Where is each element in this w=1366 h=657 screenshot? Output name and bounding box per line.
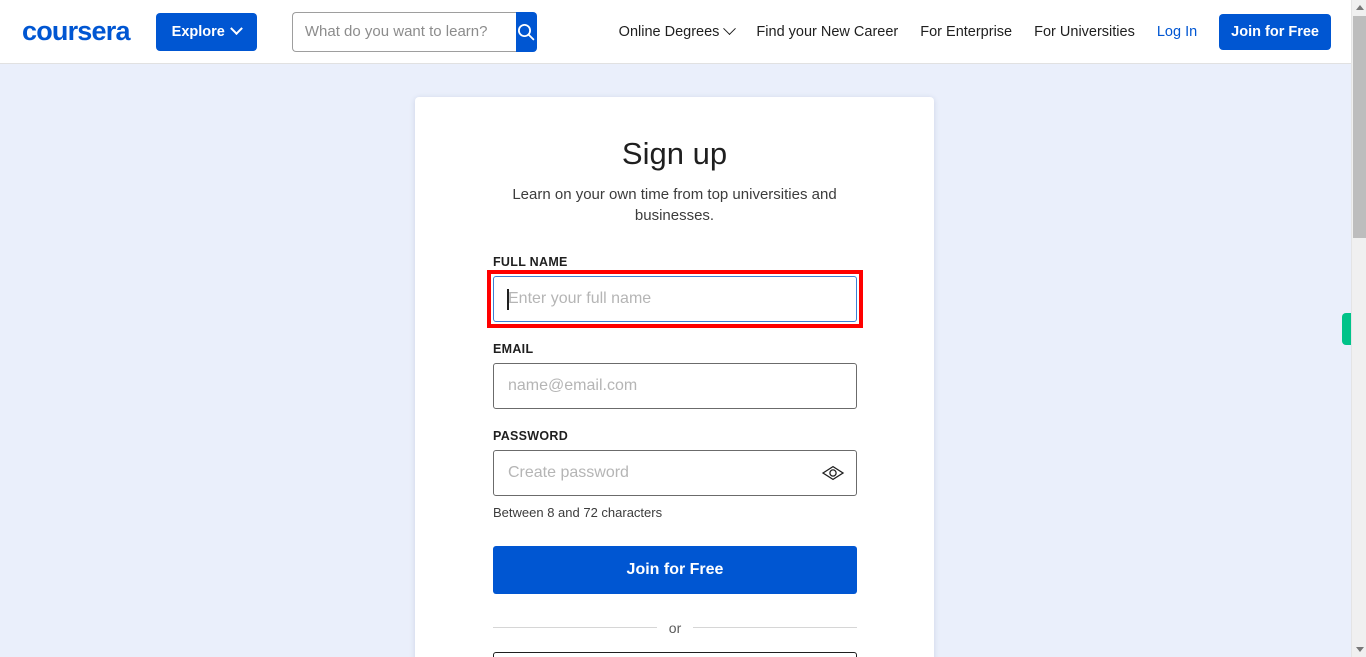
toggle-password-visibility-button[interactable]	[821, 465, 845, 481]
chevron-down-icon	[229, 22, 243, 36]
explore-button[interactable]: Explore	[155, 12, 257, 51]
email-input[interactable]	[493, 362, 857, 409]
page-title: Sign up	[621, 136, 728, 171]
divider-line-right	[693, 627, 858, 629]
divider-label: or	[668, 619, 682, 636]
page-subtitle: Learn on your own time from top universi…	[512, 186, 837, 225]
scrollbar-thumb[interactable]	[1353, 16, 1366, 238]
site-header: coursera Explore Online Degrees Find you…	[0, 0, 1351, 64]
nav-label: Online Degrees	[618, 23, 720, 40]
password-input-wrapper	[493, 449, 857, 496]
password-label: PASSWORD	[493, 428, 569, 443]
email-field-group: EMAIL	[493, 341, 857, 409]
search-bar	[291, 11, 537, 52]
divider: or	[493, 619, 858, 636]
full-name-label: FULL NAME	[493, 254, 568, 269]
password-input[interactable]	[493, 449, 857, 496]
chevron-down-icon	[723, 22, 737, 36]
password-field-group: PASSWORD Between 8 and 72 characters	[493, 428, 857, 520]
scroll-up-button[interactable]	[1352, 0, 1366, 15]
explore-button-label: Explore	[171, 23, 225, 40]
feedback-tab[interactable]	[1342, 313, 1351, 345]
page-body: Sign up Learn on your own time from top …	[0, 65, 1351, 657]
header-join-for-free-button[interactable]: Join for Free	[1219, 13, 1331, 50]
full-name-field-group: FULL NAME	[487, 254, 863, 328]
nav-item-online-degrees[interactable]: Online Degrees	[618, 22, 737, 40]
triangle-down-icon	[1355, 647, 1364, 652]
login-link[interactable]: Log In	[1157, 24, 1197, 40]
nav-item-find-your-new-career[interactable]: Find your New Career	[756, 24, 898, 40]
eye-icon	[821, 465, 845, 480]
social-login-button[interactable]	[493, 651, 857, 657]
search-icon	[518, 23, 535, 40]
triangle-up-icon	[1355, 5, 1364, 10]
main-navigation: Online Degrees Find your New Career For …	[618, 13, 1331, 50]
divider-line-left	[493, 627, 657, 629]
vertical-scrollbar[interactable]	[1351, 0, 1366, 657]
email-label: EMAIL	[493, 341, 534, 356]
search-submit-button[interactable]	[515, 11, 537, 52]
nav-item-for-enterprise[interactable]: For Enterprise	[920, 24, 1012, 40]
coursera-logo[interactable]: coursera	[22, 18, 130, 45]
signup-form: FULL NAME EMAIL PASSWORD	[415, 255, 934, 657]
signup-card: Sign up Learn on your own time from top …	[415, 97, 934, 657]
password-hint: Between 8 and 72 characters	[493, 504, 663, 520]
join-for-free-submit-button[interactable]: Join for Free	[493, 545, 857, 594]
text-cursor	[507, 288, 509, 310]
search-input[interactable]	[291, 11, 516, 52]
nav-item-for-universities[interactable]: For Universities	[1034, 24, 1135, 40]
full-name-input[interactable]	[493, 275, 857, 322]
scroll-down-button[interactable]	[1352, 642, 1366, 657]
